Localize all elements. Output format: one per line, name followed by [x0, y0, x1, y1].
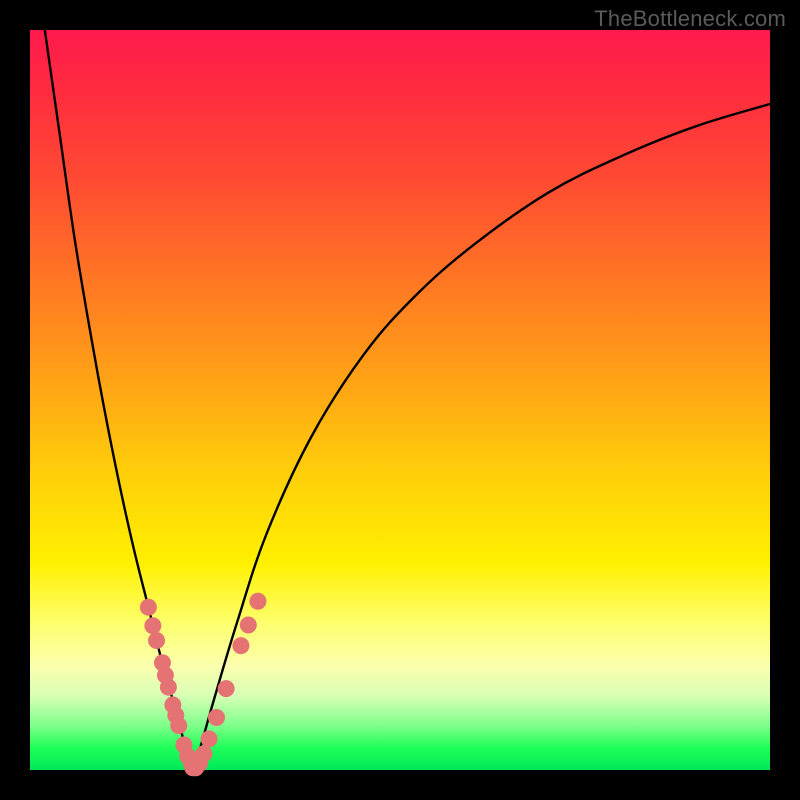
plot-area: [30, 30, 770, 770]
marker-point: [144, 617, 161, 634]
curve-left-branch: [45, 30, 193, 770]
marker-point: [249, 593, 266, 610]
marker-point: [208, 709, 225, 726]
marker-point: [232, 637, 249, 654]
marker-point: [195, 745, 212, 762]
marker-point: [218, 680, 235, 697]
marker-point: [240, 616, 257, 633]
chart-frame: TheBottleneck.com: [0, 0, 800, 800]
marker-point: [170, 717, 187, 734]
curve-right-branch: [193, 104, 770, 770]
marker-point: [160, 679, 177, 696]
bottleneck-curve: [45, 30, 770, 770]
marker-point: [148, 632, 165, 649]
marker-point: [201, 730, 218, 747]
marker-point: [140, 599, 157, 616]
curve-markers: [140, 593, 267, 777]
watermark-text: TheBottleneck.com: [594, 6, 786, 32]
curve-layer: [30, 30, 770, 770]
